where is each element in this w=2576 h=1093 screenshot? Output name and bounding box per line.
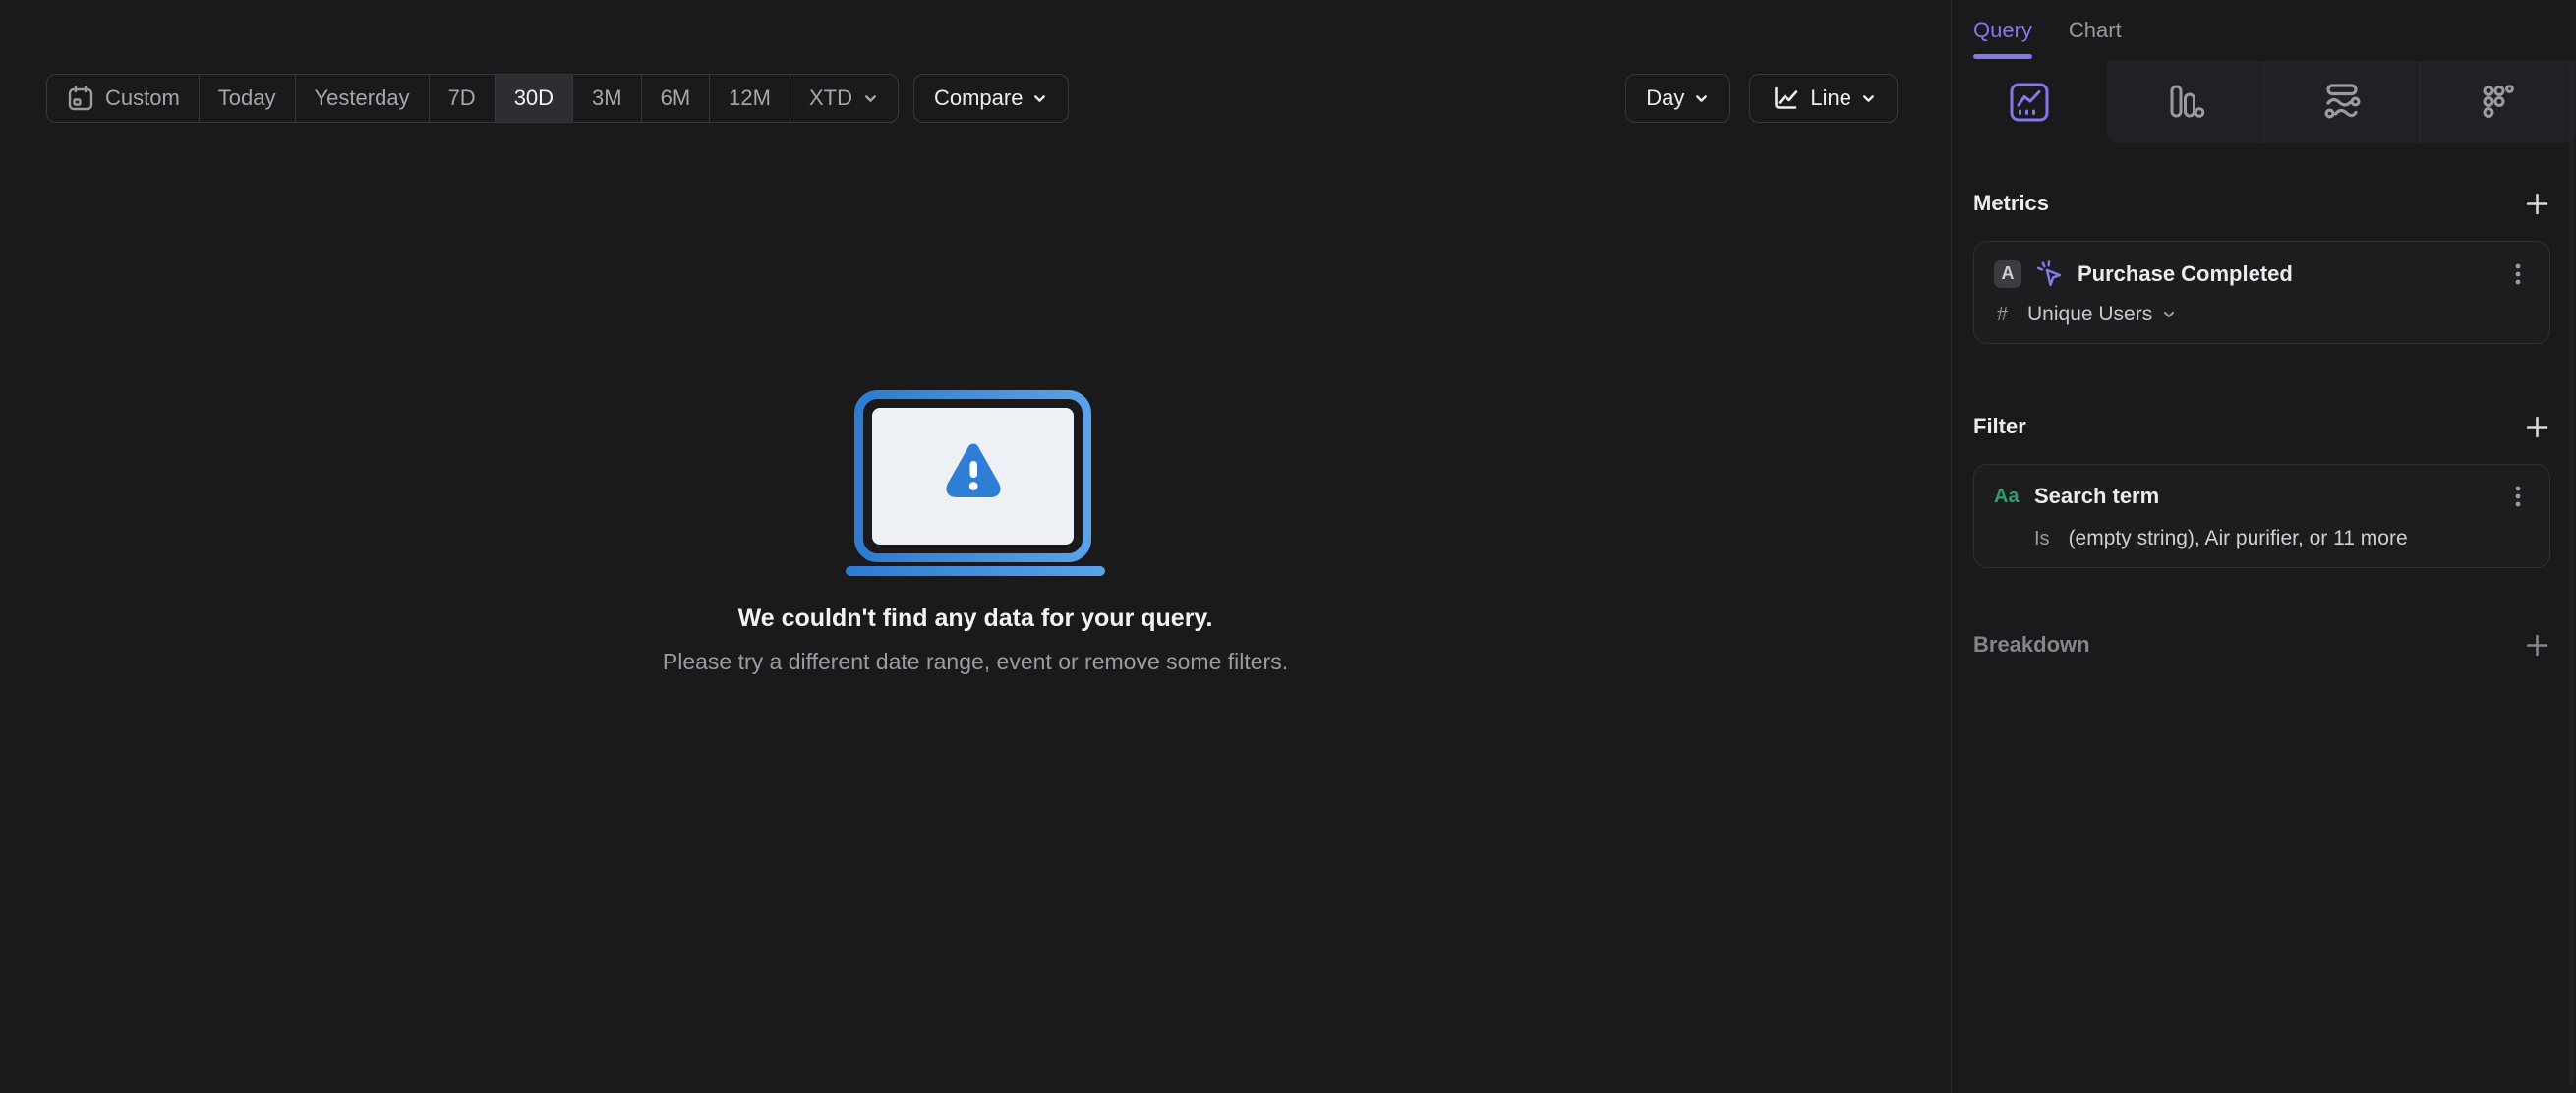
filter-section-header: Filter <box>1973 413 2550 440</box>
date-range-custom-button[interactable]: Custom <box>47 75 199 122</box>
compare-button[interactable]: Compare <box>912 74 1070 123</box>
kebab-menu-icon <box>2515 263 2521 284</box>
compare-label: Compare <box>933 86 1024 110</box>
chart-type-flow-tab[interactable] <box>2262 61 2420 143</box>
metric-aggregation-row[interactable]: # Unique Users <box>1994 303 2530 326</box>
metric-event-name: Purchase Completed <box>2078 260 2293 286</box>
date-range-30d-button[interactable]: 30D <box>494 75 573 122</box>
tab-query[interactable]: Query <box>1973 0 2032 61</box>
filter-header-label: Filter <box>1973 414 2026 438</box>
toolbar-right-group: Day Line <box>1625 74 1898 123</box>
sidebar-tabs: Query Chart <box>1952 0 2576 61</box>
tab-chart[interactable]: Chart <box>2069 0 2122 61</box>
filter-operator: Is <box>2034 528 2050 549</box>
filter-condition-row[interactable]: Is (empty string), Air purifier, or 11 m… <box>1994 527 2530 550</box>
filter-card[interactable]: Aa Search term Is (empty string), Air pu… <box>1973 464 2550 568</box>
metric-card[interactable]: A Purchase Completed # Unique Users <box>1973 241 2550 344</box>
plus-icon <box>2526 416 2548 437</box>
flow-icon <box>2324 83 2361 119</box>
metrics-section-header: Metrics <box>1973 190 2550 217</box>
granularity-label: Day <box>1646 86 1685 110</box>
sidebar-scrollbar[interactable] <box>2569 65 2574 1085</box>
bar-chart-icon <box>2170 85 2205 118</box>
chevron-down-icon <box>1696 94 1708 102</box>
laptop-warning-illustration <box>846 390 1105 576</box>
chart-style-label: Line <box>1810 86 1851 110</box>
tab-query-label: Query <box>1973 18 2032 42</box>
aggregation-symbol: # <box>1997 303 2009 325</box>
add-breakdown-button[interactable] <box>2524 632 2550 659</box>
click-event-icon <box>2036 260 2062 287</box>
add-filter-button[interactable] <box>2524 414 2550 440</box>
granularity-button[interactable]: Day <box>1625 74 1731 123</box>
date-range-7d-button[interactable]: 7D <box>428 75 495 122</box>
chart-type-insights-tab[interactable] <box>1952 61 2107 143</box>
main-content: Custom Today Yesterday 7D 30D 3M 6M 12M … <box>0 0 1951 1093</box>
chevron-down-icon <box>1863 94 1874 102</box>
filter-options-button[interactable] <box>2506 482 2530 511</box>
empty-state-subtitle: Please try a different date range, event… <box>662 649 1289 674</box>
chevron-down-icon <box>1034 94 1046 102</box>
chevron-down-icon <box>865 94 876 102</box>
date-range-3m-button[interactable]: 3M <box>572 75 641 122</box>
date-range-label: XTD <box>808 86 852 110</box>
date-range-today-button[interactable]: Today <box>198 75 295 122</box>
filter-values: (empty string), Air purifier, or 11 more <box>2068 527 2408 549</box>
app-root: Custom Today Yesterday 7D 30D 3M 6M 12M … <box>0 0 2576 1093</box>
kebab-menu-icon <box>2515 486 2521 507</box>
chart-type-tabs <box>1952 61 2576 143</box>
metrics-header-label: Metrics <box>1973 191 2050 215</box>
series-letter-badge: A <box>1994 259 2021 288</box>
date-range-selector: Custom Today Yesterday 7D 30D 3M 6M 12M … <box>46 74 899 123</box>
plus-icon <box>2526 193 2548 214</box>
chart-type-retention-tab[interactable] <box>2419 61 2576 143</box>
toolbar: Custom Today Yesterday 7D 30D 3M 6M 12M … <box>46 74 1898 123</box>
toolbar-left-group: Custom Today Yesterday 7D 30D 3M 6M 12M … <box>46 74 1070 123</box>
tab-chart-label: Chart <box>2068 18 2122 42</box>
date-range-6m-button[interactable]: 6M <box>640 75 710 122</box>
breakdown-header-label: Breakdown <box>1973 632 2090 657</box>
breakdown-section-header: Breakdown <box>1973 631 2550 659</box>
aggregation-label: Unique Users <box>2027 303 2153 325</box>
date-range-yesterday-button[interactable]: Yesterday <box>294 75 429 122</box>
date-range-label: Custom <box>105 86 180 110</box>
query-panel-body: Metrics A Purchase Completed # Unique Us… <box>1952 143 2576 659</box>
chart-type-bar-tab[interactable] <box>2107 61 2263 143</box>
filter-card-row: Aa Search term <box>1994 482 2530 511</box>
line-chart-icon <box>1775 86 1798 109</box>
chevron-down-icon <box>2164 311 2175 318</box>
plus-icon <box>2526 634 2548 656</box>
date-range-12m-button[interactable]: 12M <box>709 75 790 122</box>
add-metric-button[interactable] <box>2524 191 2550 217</box>
empty-state-title: We couldn't find any data for your query… <box>737 604 1213 632</box>
chart-style-button[interactable]: Line <box>1749 74 1898 123</box>
query-sidebar: Query Chart Metrics A Purchase Completed… <box>1951 0 2576 1093</box>
date-range-xtd-button[interactable]: XTD <box>789 75 898 122</box>
calendar-icon <box>68 86 93 111</box>
empty-state: We couldn't find any data for your query… <box>0 390 1951 675</box>
retention-dots-icon <box>2483 84 2514 118</box>
string-property-icon: Aa <box>1994 485 2020 507</box>
insights-line-icon <box>2010 83 2049 121</box>
metric-card-row: A Purchase Completed <box>1994 259 2530 289</box>
filter-property-name: Search term <box>2034 484 2160 508</box>
metric-options-button[interactable] <box>2506 259 2530 289</box>
